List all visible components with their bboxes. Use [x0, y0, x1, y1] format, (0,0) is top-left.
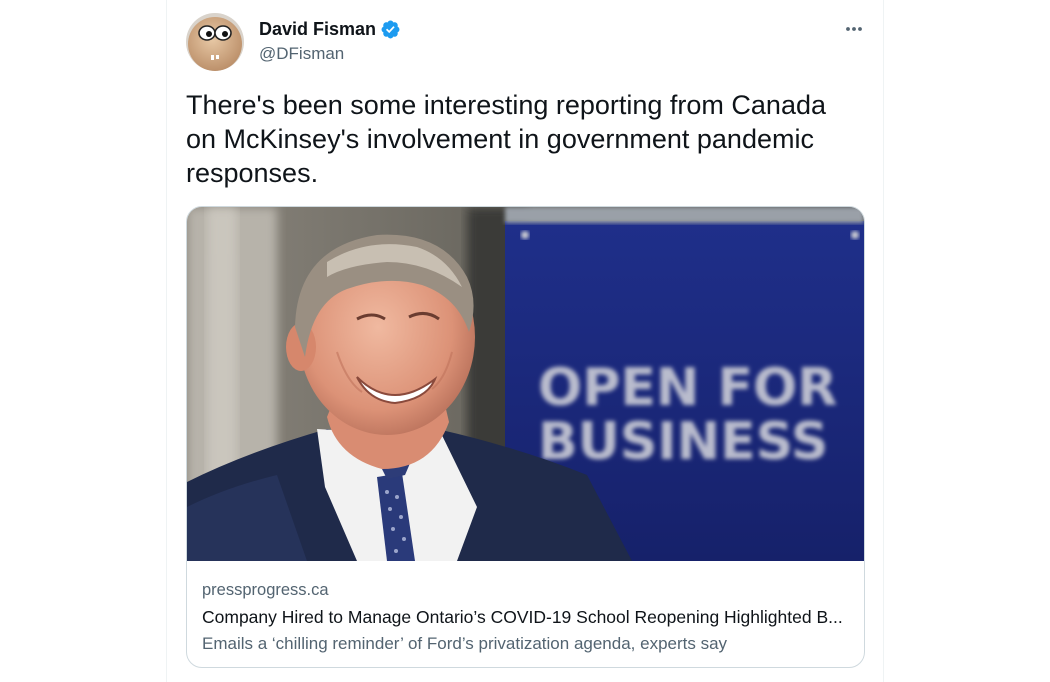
more-horizontal-icon [846, 27, 862, 31]
author-display-name[interactable]: David Fisman [259, 19, 376, 40]
card-image[interactable]: OPEN FOR BUSINESS [187, 207, 864, 561]
verified-badge-icon [380, 19, 401, 40]
sign-line-1: OPEN FOR [538, 358, 837, 418]
sign-line-2: BUSINESS [538, 412, 828, 472]
avatar[interactable] [186, 13, 244, 71]
cartoon-avatar-icon [186, 13, 244, 71]
news-photo-image: OPEN FOR BUSINESS [187, 207, 864, 561]
card-domain: pressprogress.ca [202, 581, 329, 599]
author-handle[interactable]: @DFisman [259, 44, 401, 64]
link-preview-card[interactable]: OPEN FOR BUSINESS pressprogress.ca Compa… [186, 206, 865, 668]
page: David Fisman @DFisman There's been some … [0, 0, 1050, 682]
author-block: David Fisman @DFisman [259, 18, 401, 64]
author-name-row: David Fisman [259, 18, 401, 40]
tweet-text: There's been some interesting reporting … [186, 90, 826, 188]
card-description: Emails a ‘chilling reminder’ of Ford’s p… [202, 634, 728, 653]
card-meta: pressprogress.ca Company Hired to Manage… [202, 579, 852, 657]
card-title[interactable]: Company Hired to Manage Ontario’s COVID-… [202, 604, 852, 630]
tweet: David Fisman @DFisman There's been some … [166, 0, 884, 682]
more-options-button[interactable] [839, 14, 869, 44]
